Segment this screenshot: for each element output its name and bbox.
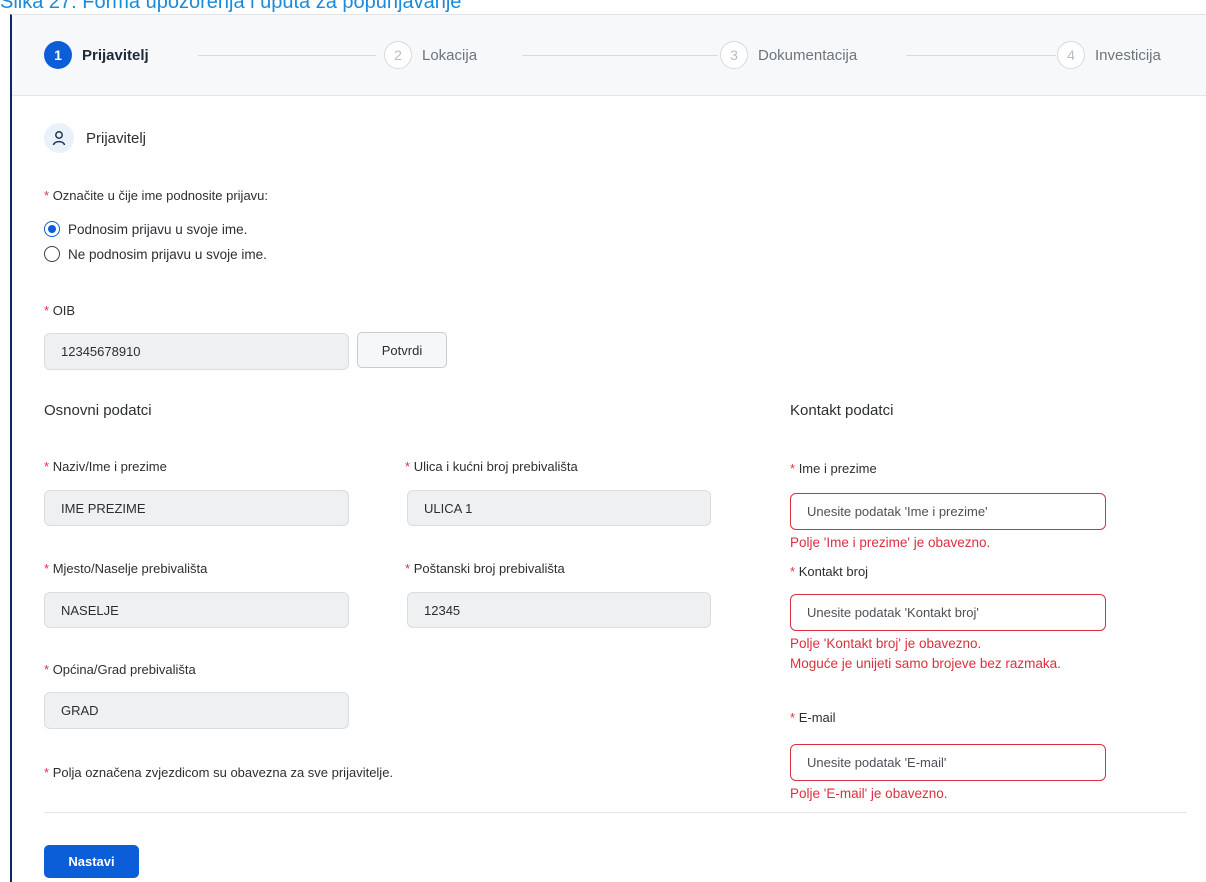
name-input[interactable]: IME PREZIME	[44, 490, 349, 526]
contact-data-heading: Kontakt podatci	[790, 402, 894, 419]
step-2[interactable]: 2 Lokacija	[384, 40, 477, 70]
required-mark: *	[405, 561, 411, 576]
street-label-text: Ulica i kućni broj prebivališta	[413, 459, 578, 474]
name-label: * Naziv/Ime i prezime	[44, 459, 167, 474]
radio-button-checked[interactable]	[44, 221, 60, 237]
postal-label: * Poštanski broj prebivališta	[405, 561, 565, 576]
contact-phone-error: Polje 'Kontakt broj' je obavezno. Moguće…	[790, 634, 1080, 674]
required-mark: *	[790, 461, 796, 476]
continue-button[interactable]: Nastavi	[44, 845, 139, 878]
contact-email-label: * E-mail	[790, 710, 836, 725]
step-connector	[522, 55, 718, 56]
section-title: Prijavitelj	[86, 129, 147, 147]
required-mark: *	[44, 765, 50, 780]
contact-email-error: Polje 'E-mail' je obavezno.	[790, 786, 948, 801]
step-label: Investicija	[1095, 46, 1161, 64]
phone-format-error: Moguće je unijeti samo brojeve bez razma…	[790, 656, 1061, 671]
oib-label-text: OIB	[52, 303, 76, 318]
contact-phone-label-text: Kontakt broj	[798, 564, 869, 579]
section-header: Prijavitelj	[44, 123, 146, 153]
contact-phone-input[interactable]: Unesite podatak 'Kontakt broj'	[790, 594, 1106, 631]
place-label: * Mjesto/Naselje prebivališta	[44, 561, 207, 576]
city-input[interactable]: GRAD	[44, 692, 349, 729]
step-label: Prijavitelj	[82, 46, 149, 64]
required-mark: *	[44, 303, 50, 318]
name-label-text: Naziv/Ime i prezime	[52, 459, 167, 474]
required-mark: *	[44, 662, 50, 677]
place-label-text: Mjesto/Naselje prebivališta	[52, 561, 208, 576]
required-mark: *	[790, 564, 796, 579]
required-note-text: Polja označena zvjezdicom su obavezna za…	[52, 765, 394, 780]
city-label-text: Općina/Grad prebivališta	[52, 662, 196, 677]
user-icon	[44, 123, 74, 153]
choice-label: * Označite u čije ime podnosite prijavu:	[44, 188, 268, 203]
contact-name-error: Polje 'Ime i prezime' je obavezno.	[790, 535, 991, 550]
step-4[interactable]: 4 Investicija	[1057, 40, 1161, 70]
oib-input[interactable]: 12345678910	[44, 333, 349, 370]
step-label: Dokumentacija	[758, 46, 858, 64]
street-input[interactable]: ULICA 1	[407, 490, 711, 526]
contact-phone-label: * Kontakt broj	[790, 564, 868, 579]
radio-button[interactable]	[44, 246, 60, 262]
contact-name-input[interactable]: Unesite podatak 'Ime i prezime'	[790, 493, 1106, 530]
city-label: * Općina/Grad prebivališta	[44, 662, 196, 677]
basic-data-heading: Osnovni podatci	[44, 402, 152, 419]
radio-label: Ne podnosim prijavu u svoje ime.	[68, 246, 267, 262]
step-number: 1	[44, 41, 72, 69]
required-mark: *	[790, 710, 796, 725]
phone-required-error: Polje 'Kontakt broj' je obavezno.	[790, 636, 982, 651]
contact-name-label-text: Ime i prezime	[798, 461, 877, 476]
street-label: * Ulica i kućni broj prebivališta	[405, 459, 578, 474]
step-number: 2	[384, 41, 412, 69]
form-divider	[44, 812, 1186, 813]
contact-email-input[interactable]: Unesite podatak 'E-mail'	[790, 744, 1106, 781]
postal-input[interactable]: 12345	[407, 592, 711, 628]
place-input[interactable]: NASELJE	[44, 592, 349, 628]
contact-name-label: * Ime i prezime	[790, 461, 877, 476]
required-mark: *	[44, 459, 50, 474]
step-number: 3	[720, 41, 748, 69]
postal-label-text: Poštanski broj prebivališta	[413, 561, 565, 576]
step-3[interactable]: 3 Dokumentacija	[720, 40, 857, 70]
application-form: 1 Prijavitelj 2 Lokacija 3 Dokumentacija…	[10, 14, 1206, 882]
step-number: 4	[1057, 41, 1085, 69]
required-note: * Polja označena zvjezdicom su obavezna …	[44, 765, 393, 780]
required-mark: *	[44, 188, 50, 203]
radio-own-name[interactable]: Podnosim prijavu u svoje ime.	[44, 221, 247, 237]
contact-email-label-text: E-mail	[798, 710, 836, 725]
figure-caption: Slika 27: Forma upozorenja i uputa za po…	[0, 0, 462, 13]
progress-stepper: 1 Prijavitelj 2 Lokacija 3 Dokumentacija…	[12, 15, 1206, 96]
step-1[interactable]: 1 Prijavitelj	[44, 40, 149, 70]
required-mark: *	[44, 561, 50, 576]
required-mark: *	[405, 459, 411, 474]
step-connector	[198, 55, 376, 56]
confirm-button[interactable]: Potvrdi	[357, 332, 447, 368]
radio-not-own-name[interactable]: Ne podnosim prijavu u svoje ime.	[44, 246, 267, 262]
oib-label: * OIB	[44, 303, 75, 318]
radio-label: Podnosim prijavu u svoje ime.	[68, 221, 248, 237]
step-connector	[906, 55, 1056, 56]
choice-label-text: Označite u čije ime podnosite prijavu:	[52, 188, 269, 203]
step-label: Lokacija	[422, 46, 478, 64]
